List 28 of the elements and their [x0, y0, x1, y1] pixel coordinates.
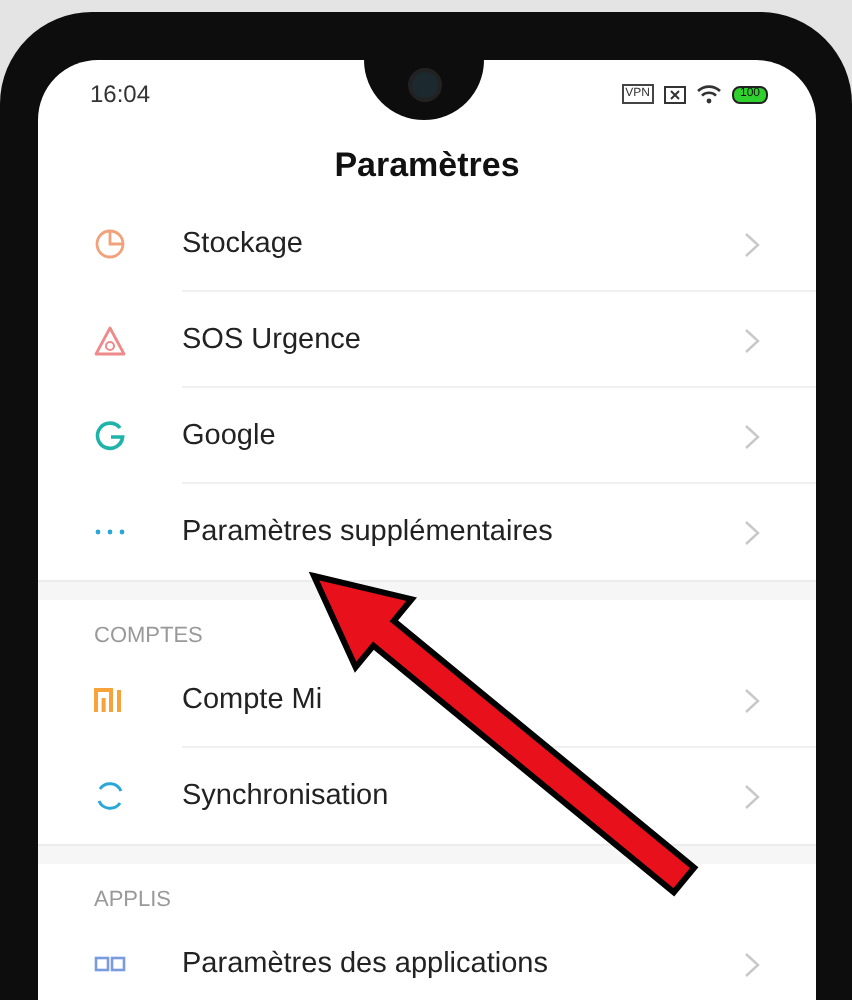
chevron-icon — [744, 783, 760, 809]
chevron-icon — [744, 231, 760, 257]
settings-item[interactable]: Stockage — [182, 228, 744, 260]
camera-icon — [407, 68, 441, 102]
sim-icon — [663, 85, 686, 103]
chevron-icon — [744, 423, 760, 449]
wifi-icon — [695, 84, 722, 104]
pie-chart-icon — [94, 228, 126, 260]
section-header: COMPTES — [92, 622, 205, 652]
settings-item[interactable]: Paramètres supplémentaires — [182, 516, 744, 548]
mi-logo-icon — [94, 688, 126, 712]
chevron-icon — [744, 951, 760, 977]
chevron-icon — [744, 687, 760, 713]
grid-icon — [94, 956, 126, 972]
screen-title: Paramètres — [332, 144, 522, 188]
settings-item[interactable]: Google — [182, 420, 744, 452]
settings-item[interactable]: SOS Urgence — [182, 324, 744, 356]
status-time: 16:04 — [90, 80, 151, 108]
more-icon — [94, 528, 126, 536]
g-logo-icon — [94, 420, 126, 452]
sync-icon — [94, 780, 126, 812]
settings-item[interactable]: Compte Mi — [182, 684, 744, 716]
warning-icon — [94, 325, 126, 355]
chevron-icon — [744, 519, 760, 545]
settings-item[interactable]: Synchronisation — [182, 780, 744, 812]
section-header: APPLIS — [92, 886, 174, 916]
chevron-icon — [744, 327, 760, 353]
settings-item[interactable]: Paramètres des applications — [182, 948, 744, 980]
